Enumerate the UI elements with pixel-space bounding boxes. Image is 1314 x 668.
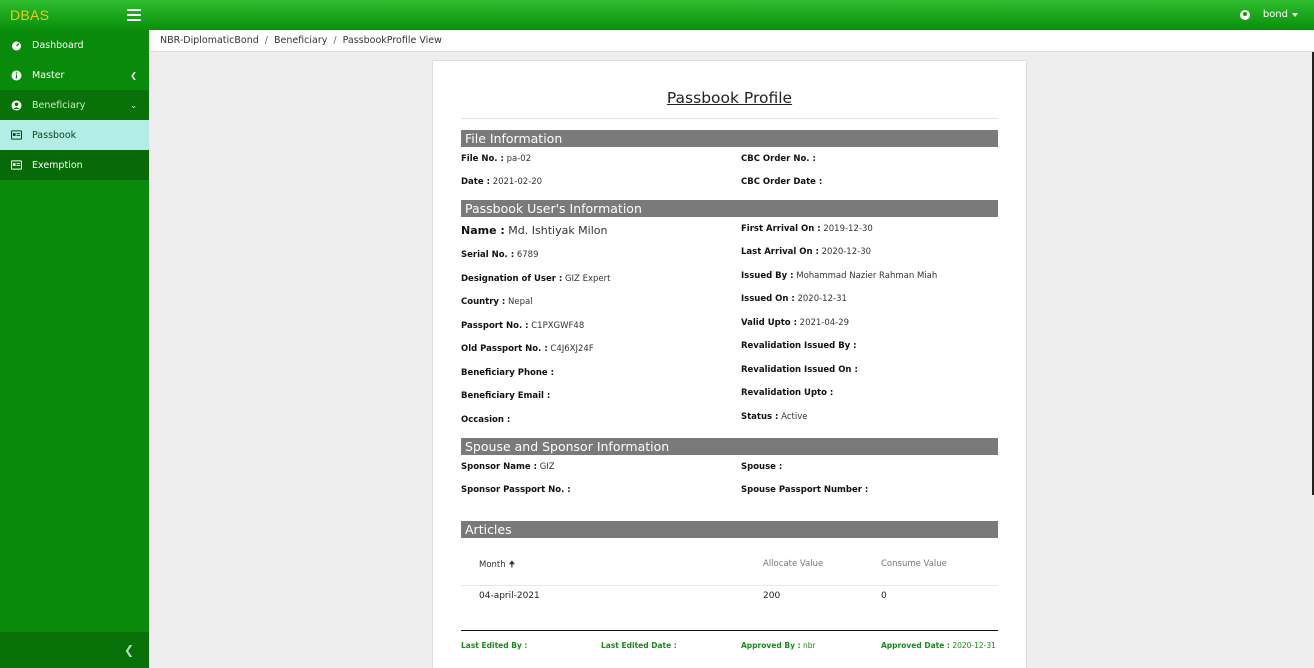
page-title: Passbook Profile [666, 89, 793, 107]
info-circle-icon [11, 70, 22, 81]
sidebar-item-dashboard[interactable]: Dashboard [0, 30, 149, 60]
breadcrumb-item-current: PassbookProfile View [342, 35, 442, 46]
divider [461, 585, 998, 586]
field-sponsor-passport: Sponsor Passport No. : [461, 485, 571, 495]
field-first-arrival: First Arrival On : 2019-12-30 [741, 224, 873, 234]
divider [461, 118, 998, 119]
caret-down-icon [1292, 12, 1298, 17]
menu-toggle-icon[interactable] [127, 9, 141, 21]
top-navbar: DBAS bond [0, 0, 1314, 30]
sidebar-item-beneficiary[interactable]: Beneficiary ⌄ [0, 90, 149, 120]
footer-approved-date: Approved Date : 2020-12-31 [881, 641, 996, 650]
column-header-allocate[interactable]: Allocate Value [763, 559, 823, 569]
user-name: bond [1262, 9, 1288, 20]
sidebar-item-label: Exemption [32, 159, 83, 171]
chevron-left-icon[interactable]: ❮ [124, 643, 134, 657]
field-name: Name : Md. Ishtiyak Milon [461, 224, 608, 237]
footer-approved-by: Approved By : nbr [741, 641, 816, 650]
sidebar-item-label: Passbook [32, 129, 77, 141]
field-file-no: File No. : pa-02 [461, 154, 532, 164]
sidebar-item-passbook[interactable]: Passbook [0, 120, 149, 150]
breadcrumb: NBR-DiplomaticBond / Beneficiary / Passb… [149, 30, 1314, 52]
user-circle-icon [1239, 9, 1250, 20]
arrow-up-icon: 🠉 [508, 560, 516, 570]
dashboard-icon [11, 40, 22, 51]
breadcrumb-separator: / [264, 35, 268, 46]
sidebar-footer: ❮ [0, 632, 149, 668]
field-passport-no: Passport No. : C1PXGWF48 [461, 321, 585, 331]
field-last-arrival: Last Arrival On : 2020-12-30 [741, 247, 872, 257]
app-brand[interactable]: DBAS [10, 7, 49, 23]
chevron-left-icon: ❮ [130, 70, 137, 80]
breadcrumb-item[interactable]: Beneficiary [274, 35, 327, 46]
field-spouse-passport: Spouse Passport Number : [741, 485, 869, 495]
field-sponsor-name: Sponsor Name : GIZ [461, 462, 555, 472]
field-old-passport-no: Old Passport No. : C4J6XJ24F [461, 344, 594, 354]
passbook-profile-card: Passbook Profile File Information File N… [432, 60, 1027, 668]
sidebar: Dashboard Master ❮ Beneficiary ⌄ Passboo… [0, 30, 149, 668]
chevron-down-icon: ⌄ [130, 100, 137, 110]
section-header-file: File Information [461, 130, 998, 147]
sidebar-item-label: Dashboard [32, 39, 84, 51]
cell-consume: 0 [881, 591, 887, 601]
field-designation: Designation of User : GIZ Expert [461, 274, 611, 284]
section-header-sponsor: Spouse and Sponsor Information [461, 438, 998, 455]
column-header-month[interactable]: Month 🠉 [479, 559, 515, 573]
field-valid-upto: Valid Upto : 2021-04-29 [741, 318, 850, 328]
field-cbc-order-date: CBC Order Date : [741, 177, 823, 187]
field-revalidation-issued-by: Revalidation Issued By : [741, 341, 857, 351]
field-cbc-order-no: CBC Order No. : [741, 154, 816, 164]
field-occasion: Occasion : [461, 415, 511, 425]
sidebar-item-master[interactable]: Master ❮ [0, 60, 149, 90]
id-card-icon [11, 130, 22, 141]
cell-allocate: 200 [763, 591, 781, 601]
field-beneficiary-phone: Beneficiary Phone : [461, 368, 555, 378]
breadcrumb-item[interactable]: NBR-DiplomaticBond [160, 35, 259, 46]
field-date: Date : 2021-02-20 [461, 177, 543, 187]
sidebar-item-exemption[interactable]: Exemption [0, 150, 149, 180]
field-revalidation-upto: Revalidation Upto : [741, 388, 834, 398]
column-header-consume[interactable]: Consume Value [881, 559, 947, 569]
sidebar-item-label: Beneficiary [32, 99, 86, 111]
user-circle-icon [11, 100, 22, 111]
section-header-articles: Articles [461, 521, 998, 538]
field-spouse: Spouse : [741, 462, 783, 472]
field-beneficiary-email: Beneficiary Email : [461, 391, 551, 401]
user-menu[interactable]: bond [1239, 9, 1298, 20]
field-serial-no: Serial No. : 6789 [461, 250, 539, 260]
field-revalidation-issued-on: Revalidation Issued On : [741, 365, 858, 375]
divider [461, 630, 998, 631]
field-issued-by: Issued By : Mohammad Nazier Rahman Miah [741, 271, 938, 281]
cell-month: 04-april-2021 [479, 591, 540, 601]
sidebar-item-label: Master [32, 69, 65, 81]
footer-last-edited-date: Last Edited Date : [601, 641, 677, 650]
field-issued-on: Issued On : 2020-12-31 [741, 294, 847, 304]
field-status: Status : Active [741, 412, 808, 422]
id-card-icon [11, 160, 22, 171]
field-country: Country : Nepal [461, 297, 533, 307]
section-header-user: Passbook User's Information [461, 200, 998, 217]
footer-last-edited-by: Last Edited By : [461, 641, 528, 650]
breadcrumb-separator: / [333, 35, 337, 46]
